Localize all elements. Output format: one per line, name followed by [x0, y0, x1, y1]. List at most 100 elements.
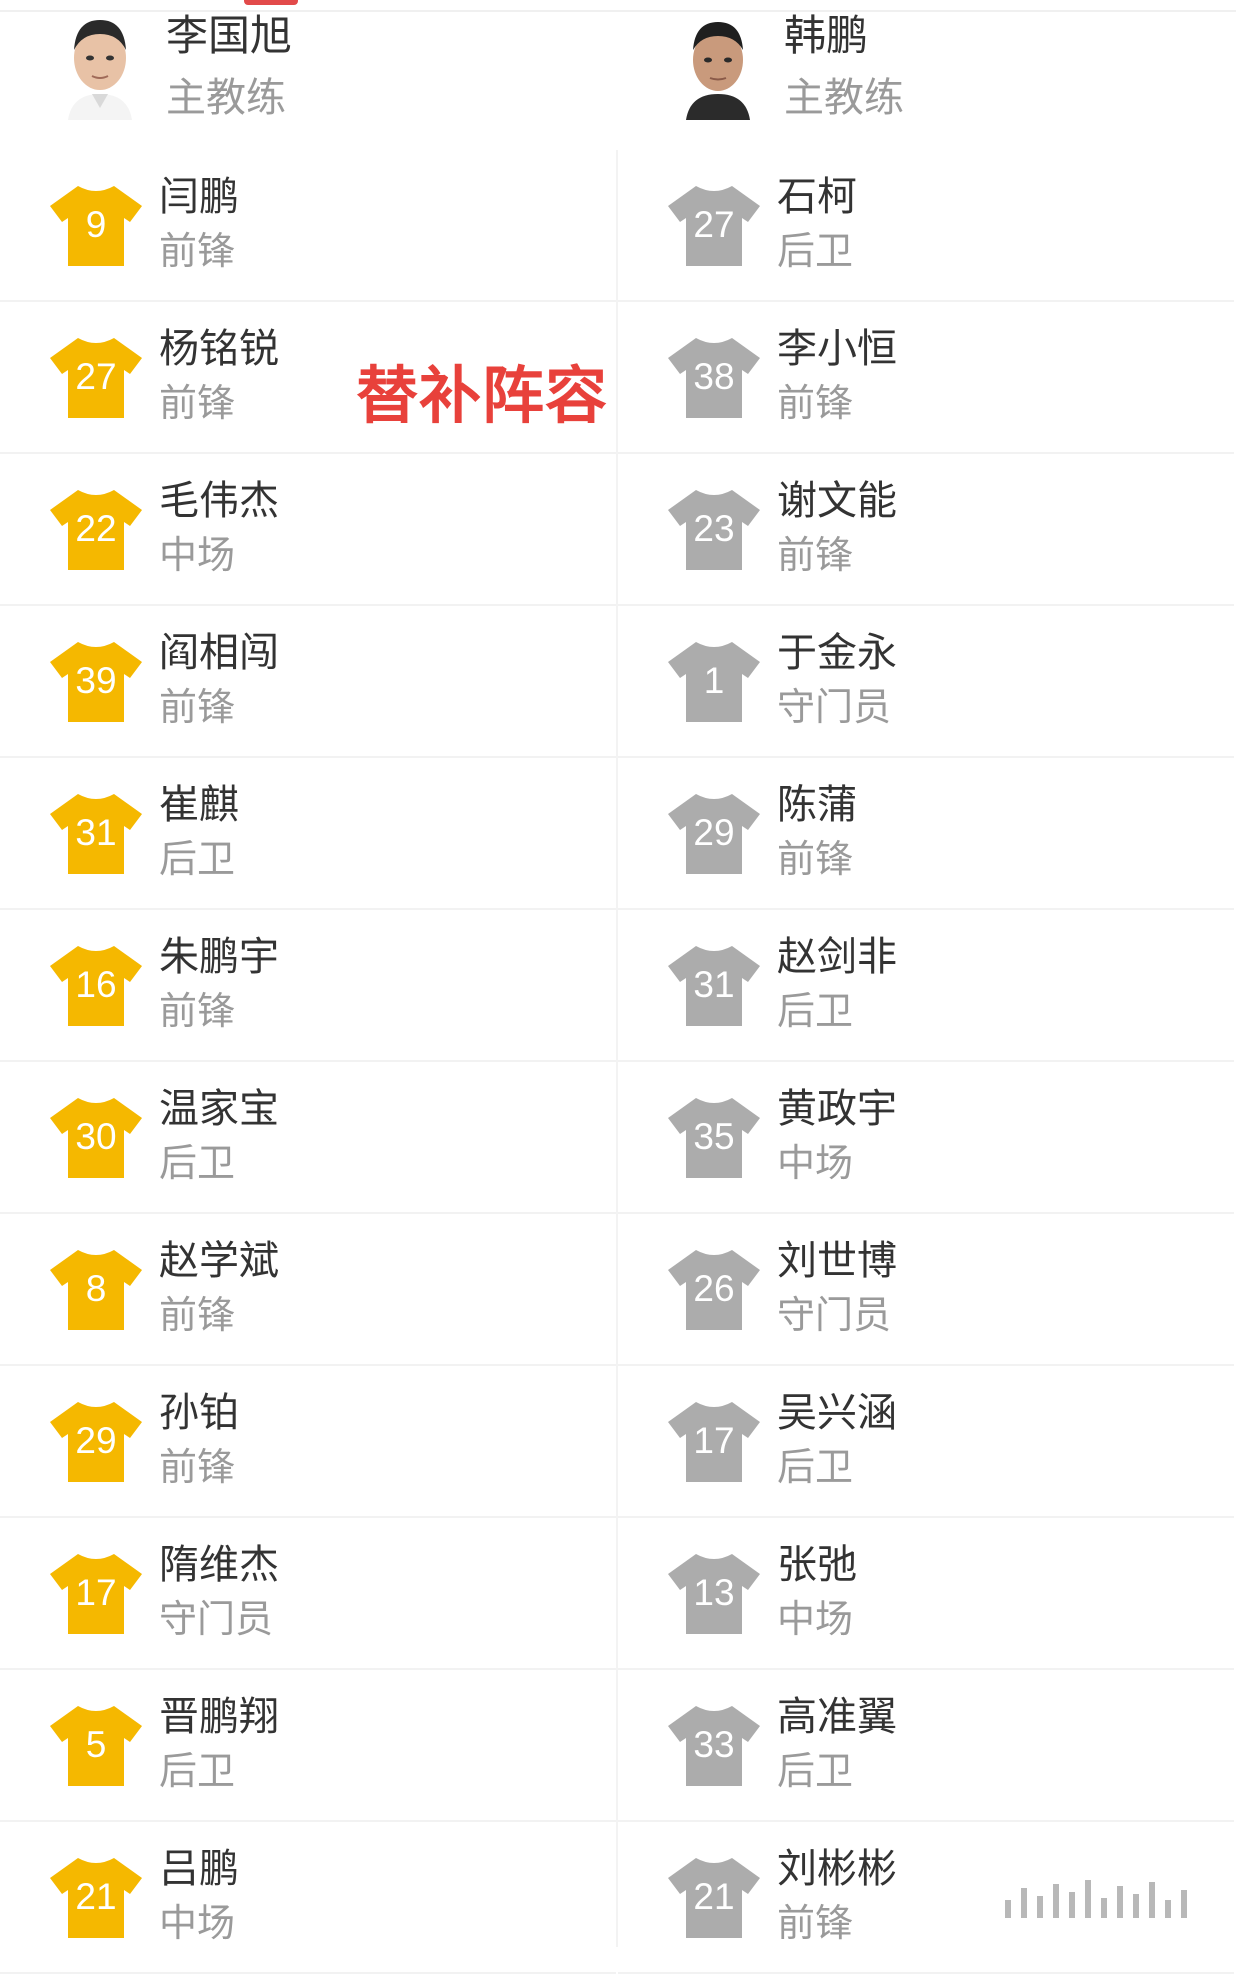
- player-row[interactable]: 26 刘世博 守门员: [618, 1214, 1234, 1366]
- jersey-icon: 38: [666, 332, 762, 422]
- player-row[interactable]: 33 高准翼后卫: [618, 1670, 1234, 1822]
- player-row[interactable]: 17 吴兴涵后卫: [618, 1366, 1234, 1518]
- player-position: 守门员: [159, 1597, 274, 1641]
- player-name: 于金永: [777, 630, 897, 676]
- watermark-bar: [1021, 1888, 1027, 1918]
- player-row[interactable]: 22 毛伟杰 中场: [0, 454, 616, 606]
- jersey-number: 5: [85, 1724, 107, 1765]
- player-position: 前锋: [777, 837, 854, 881]
- player-row[interactable]: 23 谢文能前锋: [618, 454, 1234, 606]
- player-name: 晋鹏翔: [159, 1694, 279, 1740]
- watermark-bar: [1165, 1900, 1171, 1918]
- jersey-number: 27: [75, 356, 117, 397]
- player-row[interactable]: 38 李小恒前锋: [618, 302, 1234, 454]
- coach-role: 主教练: [784, 75, 904, 121]
- player-position: 中场: [777, 1597, 854, 1641]
- player-row[interactable]: 31 赵剑非后卫: [618, 910, 1234, 1062]
- jersey-number: 29: [693, 812, 735, 853]
- player-position: 后卫: [777, 989, 854, 1033]
- jersey-icon: 16: [48, 940, 144, 1030]
- player-position: 前锋: [777, 533, 854, 577]
- player-position: 前锋: [159, 685, 236, 729]
- player-name: 孙铂: [159, 1390, 239, 1436]
- watermark-bar: [1133, 1894, 1139, 1918]
- away-coach[interactable]: 韩鹏 主教练: [618, 0, 1218, 150]
- jersey-number: 30: [75, 1116, 117, 1157]
- player-position: 前锋: [159, 1293, 236, 1337]
- jersey-number: 23: [693, 508, 735, 549]
- jersey-number: 33: [693, 1724, 735, 1765]
- player-row[interactable]: 1 于金永 守门员: [618, 606, 1234, 758]
- player-name: 隋维杰: [159, 1542, 279, 1588]
- player-name: 吴兴涵: [777, 1390, 897, 1436]
- player-row[interactable]: 5 晋鹏翔 后卫: [0, 1670, 616, 1822]
- jersey-icon: 23: [666, 484, 762, 574]
- home-coach[interactable]: 李国旭 主教练: [0, 0, 600, 150]
- jersey-number: 26: [693, 1268, 735, 1309]
- player-row[interactable]: 35 黄政宇 中场: [618, 1062, 1234, 1214]
- player-position: 后卫: [777, 1749, 854, 1793]
- substitutes-title: 替补阵容: [356, 359, 609, 432]
- player-name: 吕鹏: [159, 1846, 239, 1892]
- coach-avatar-icon: [68, 20, 132, 120]
- watermark-bar: [1181, 1890, 1187, 1918]
- player-name: 陈蒲: [777, 782, 857, 828]
- player-position: 中场: [159, 1901, 236, 1945]
- jersey-number: 31: [75, 812, 117, 853]
- player-row[interactable]: 29 陈蒲前锋: [618, 758, 1234, 910]
- watermark-bar: [1069, 1892, 1075, 1918]
- watermark-bar: [1085, 1880, 1091, 1918]
- jersey-number: 27: [693, 204, 735, 245]
- jersey-icon: 8: [48, 1244, 144, 1334]
- player-name: 温家宝: [159, 1086, 279, 1132]
- watermark-bar: [1037, 1896, 1043, 1918]
- jersey-icon: 27: [48, 332, 144, 422]
- jersey-icon: 21: [48, 1852, 144, 1942]
- jersey-number: 22: [75, 508, 117, 549]
- jersey-number: 21: [693, 1876, 735, 1917]
- jersey-number: 8: [85, 1268, 107, 1309]
- player-row[interactable]: 27 石柯 后卫: [618, 150, 1234, 302]
- player-row[interactable]: 17 隋维杰守门员: [0, 1518, 616, 1670]
- player-name: 赵剑非: [777, 934, 897, 980]
- jersey-number: 1: [703, 660, 725, 701]
- coach-avatar-icon: [686, 22, 750, 120]
- jersey-icon: 35: [666, 1092, 762, 1182]
- player-row[interactable]: 31 崔麒 后卫: [0, 758, 616, 910]
- jersey-icon: 17: [666, 1396, 762, 1486]
- player-name: 阎相闯: [159, 630, 279, 676]
- player-name: 闫鹏: [159, 174, 239, 220]
- player-position: 后卫: [777, 229, 854, 273]
- player-row[interactable]: 16 朱鹏宇 前锋: [0, 910, 616, 1062]
- player-row[interactable]: 8 赵学斌前锋: [0, 1214, 616, 1366]
- jersey-number: 39: [75, 660, 117, 701]
- player-row[interactable]: 29 孙铂 前锋: [0, 1366, 616, 1518]
- player-row[interactable]: 9 闫鹏 前锋: [0, 150, 616, 302]
- player-name: 高准翼: [777, 1694, 897, 1740]
- player-name: 李小恒: [777, 326, 897, 372]
- jersey-number: 31: [693, 964, 735, 1005]
- player-name: 赵学斌: [159, 1238, 279, 1284]
- player-position: 后卫: [777, 1445, 854, 1489]
- watermark-bar: [1101, 1898, 1107, 1918]
- player-position: 前锋: [777, 381, 854, 425]
- jersey-icon: 13: [666, 1548, 762, 1638]
- watermark-bar: [1117, 1886, 1123, 1918]
- player-name: 张弛: [777, 1542, 857, 1588]
- player-row[interactable]: 21 吕鹏中场: [0, 1822, 616, 1974]
- jersey-number: 38: [693, 356, 735, 397]
- player-row[interactable]: 13 张弛中场: [618, 1518, 1234, 1670]
- player-position: 中场: [777, 1141, 854, 1185]
- player-row[interactable]: 39 阎相闯前锋: [0, 606, 616, 758]
- jersey-icon: 17: [48, 1548, 144, 1638]
- player-name: 朱鹏宇: [159, 934, 279, 980]
- jersey-icon: 22: [48, 484, 144, 574]
- jersey-icon: 39: [48, 636, 144, 726]
- jersey-number: 17: [693, 1420, 735, 1461]
- jersey-icon: 29: [666, 788, 762, 878]
- watermark-bar: [1053, 1884, 1059, 1918]
- player-position: 后卫: [159, 837, 236, 881]
- player-row[interactable]: 30 温家宝 后卫: [0, 1062, 616, 1214]
- player-name: 谢文能: [777, 478, 897, 524]
- player-position: 前锋: [159, 381, 236, 425]
